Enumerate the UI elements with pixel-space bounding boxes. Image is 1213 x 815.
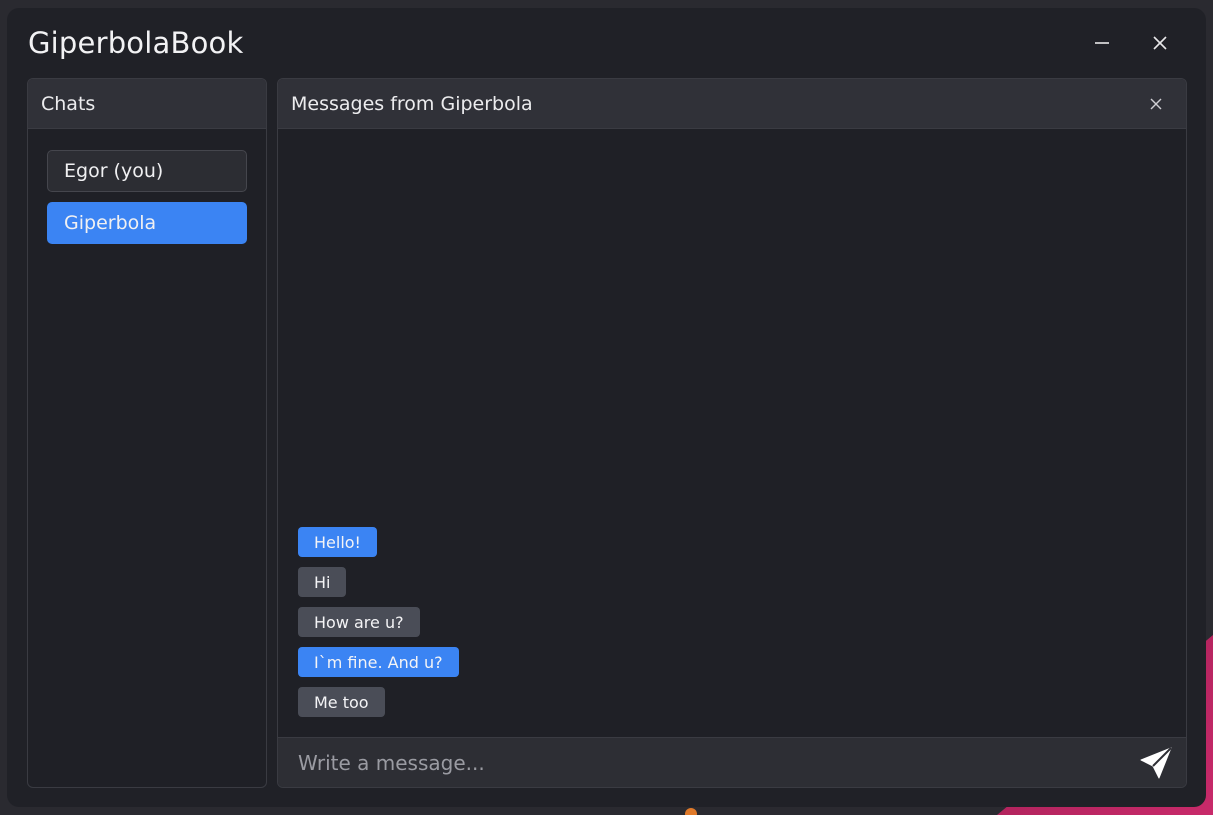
chat-list: Egor (you) Giperbola	[28, 129, 266, 275]
message-bubble-received: Me too	[298, 687, 385, 717]
minimize-icon	[1095, 42, 1109, 44]
send-icon	[1140, 746, 1172, 778]
message-bubble-received: How are u?	[298, 607, 420, 637]
chat-item-label: Egor (you)	[64, 160, 164, 182]
messages-panel: Messages from Giperbola Hello! Hi How ar…	[277, 78, 1187, 788]
chat-item-label: Giperbola	[64, 212, 157, 234]
message-list: Hello! Hi How are u? I`m fine. And u? Me…	[298, 527, 459, 717]
close-icon	[1150, 98, 1162, 110]
message-bubble-sent: Hello!	[298, 527, 377, 557]
app-title: GiperbolaBook	[28, 26, 244, 60]
desktop-wallpaper-accent	[685, 808, 697, 815]
chats-panel: Chats Egor (you) Giperbola	[27, 78, 267, 788]
chat-item-egor[interactable]: Egor (you)	[47, 150, 247, 192]
send-button[interactable]	[1126, 738, 1186, 788]
messages-title: Messages from Giperbola	[291, 92, 533, 115]
message-input[interactable]	[278, 738, 1126, 787]
close-chat-button[interactable]	[1146, 94, 1166, 114]
chat-item-giperbola[interactable]: Giperbola	[47, 202, 247, 244]
minimize-button[interactable]	[1087, 28, 1117, 58]
message-composer	[278, 737, 1186, 787]
message-bubble-received: Hi	[298, 567, 347, 597]
close-window-button[interactable]	[1145, 28, 1175, 58]
messages-header: Messages from Giperbola	[278, 79, 1186, 129]
message-bubble-sent: I`m fine. And u?	[298, 647, 459, 677]
chats-header: Chats	[28, 79, 266, 129]
close-icon	[1153, 36, 1167, 50]
app-window: GiperbolaBook Chats Egor (you) Giperbola…	[7, 8, 1206, 807]
